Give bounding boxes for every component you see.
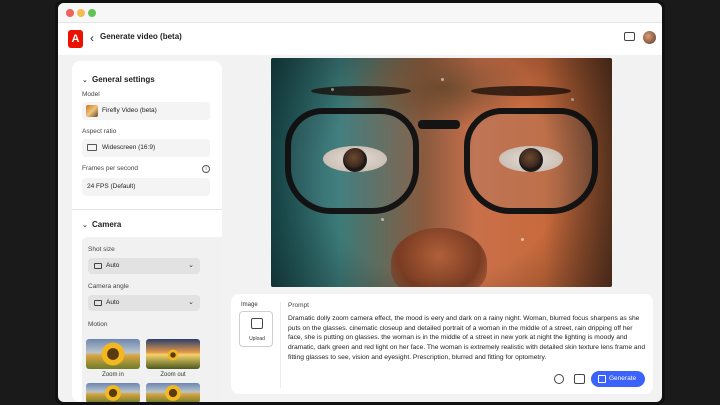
adobe-logo[interactable]: A — [68, 30, 83, 48]
sliders-icon[interactable] — [574, 374, 585, 384]
vignette — [271, 58, 612, 287]
generated-video-preview[interactable] — [271, 58, 612, 287]
model-value: Firefly Video (beta) — [102, 107, 157, 114]
chevron-left-icon[interactable]: ‹ — [90, 31, 94, 45]
motion-thumbnail[interactable] — [86, 383, 140, 402]
sunflower-image — [167, 349, 179, 361]
camera-angle-value: Auto — [106, 299, 120, 306]
camera-angle-label: Camera angle — [88, 283, 129, 290]
maximize-window-button[interactable] — [88, 9, 96, 17]
shot-size-select[interactable]: Auto ⌄ — [88, 258, 200, 274]
upload-label: Upload — [249, 336, 265, 342]
aspect-ratio-select[interactable]: Widescreen (16:9) — [82, 139, 210, 157]
widescreen-icon — [87, 144, 97, 151]
aspect-ratio-label: Aspect ratio — [82, 128, 117, 135]
window-titlebar — [58, 3, 662, 23]
model-select[interactable]: Firefly Video (beta) — [82, 102, 210, 120]
camera-icon — [94, 300, 102, 306]
chevron-down-icon: ⌄ — [82, 77, 88, 84]
close-window-button[interactable] — [66, 9, 74, 17]
settings-sidebar: ⌄ General settings Model Firefly Video (b… — [72, 61, 222, 402]
general-settings-toggle[interactable]: ⌄ General settings — [82, 75, 155, 84]
model-thumbnail — [86, 105, 98, 117]
history-icon[interactable] — [554, 374, 564, 384]
sunflower-image — [100, 341, 126, 367]
shot-size-label: Shot size — [88, 246, 115, 253]
info-icon[interactable]: i — [202, 165, 210, 173]
page-title: Generate video (beta) — [100, 32, 182, 41]
fps-label: Frames per second — [82, 165, 138, 172]
motion-zoom-out-thumbnail[interactable] — [146, 339, 200, 369]
app-header: A ‹ Generate video (beta) — [58, 23, 662, 55]
minimize-window-button[interactable] — [77, 9, 85, 17]
sunflower-image — [104, 384, 122, 402]
prompt-input[interactable]: Dramatic dolly zoom camera effect, the m… — [288, 314, 646, 363]
motion-zoom-out-label: Zoom out — [160, 372, 186, 378]
motion-zoom-in-label: Zoom in — [102, 372, 124, 378]
generate-button[interactable]: Generate — [591, 371, 645, 387]
prompt-panel: Image Upload Prompt Dramatic dolly zoom … — [231, 294, 653, 394]
image-upload-icon — [251, 318, 263, 329]
shot-size-value: Auto — [106, 262, 120, 269]
fps-select[interactable]: 24 FPS (Default) — [82, 178, 210, 196]
general-settings-heading: General settings — [92, 75, 155, 84]
avatar[interactable] — [643, 31, 656, 44]
motion-zoom-in-thumbnail[interactable] — [86, 339, 140, 369]
motion-label: Motion — [88, 321, 108, 328]
generate-icon — [598, 375, 606, 383]
camera-settings: Shot size Auto ⌄ Camera angle Auto ⌄ Mot… — [82, 237, 222, 402]
app-window: A ‹ Generate video (beta) ⌄ General setti… — [58, 3, 662, 402]
aspect-ratio-value: Widescreen (16:9) — [102, 144, 156, 151]
panel-divider — [280, 302, 281, 388]
camera-heading: Camera — [92, 220, 122, 229]
motion-thumbnail[interactable] — [146, 383, 200, 402]
chevron-down-icon: ⌄ — [82, 222, 88, 229]
chevron-down-icon: ⌄ — [188, 262, 194, 269]
camera-angle-select[interactable]: Auto ⌄ — [88, 295, 200, 311]
sunflower-image — [164, 384, 182, 402]
upload-image-button[interactable]: Upload — [239, 311, 273, 347]
generate-label: Generate — [609, 375, 637, 382]
camera-icon — [94, 263, 102, 269]
section-divider — [72, 209, 222, 210]
model-label: Model — [82, 91, 100, 98]
feedback-icon[interactable] — [624, 32, 635, 41]
fps-value: 24 FPS (Default) — [87, 183, 136, 190]
camera-toggle[interactable]: ⌄ Camera — [82, 220, 121, 229]
prompt-label: Prompt — [288, 302, 309, 309]
chevron-down-icon: ⌄ — [188, 299, 194, 306]
image-label: Image — [241, 302, 258, 308]
